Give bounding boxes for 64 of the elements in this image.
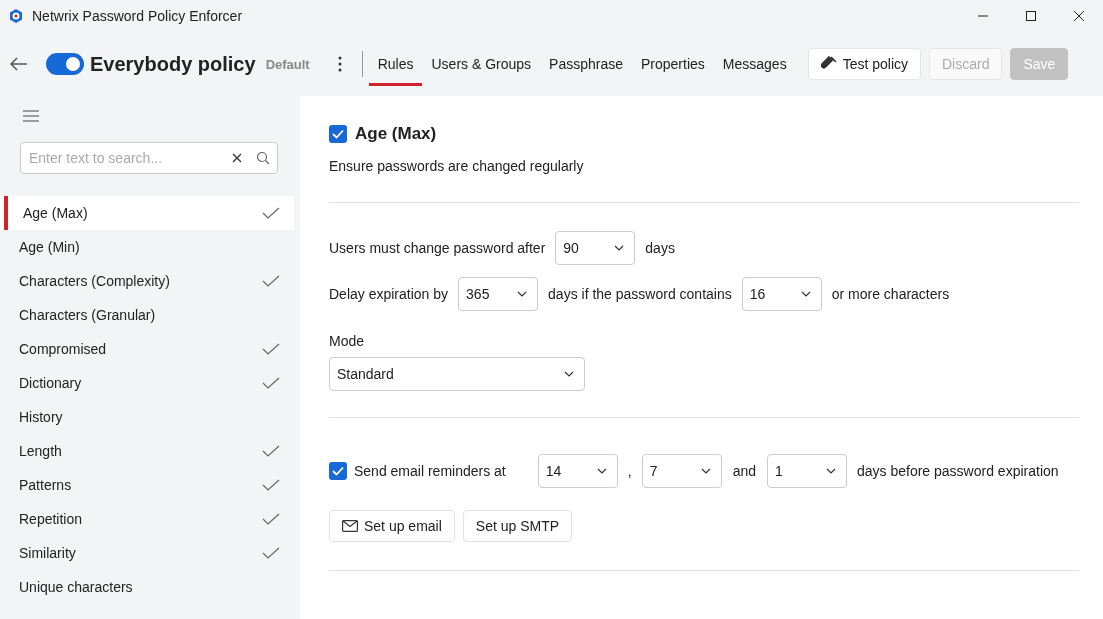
sidebar-item[interactable]: Similarity <box>0 536 294 570</box>
rule-description: Ensure passwords are changed regularly <box>329 158 585 174</box>
set-up-smtp-button[interactable]: Set up SMTP <box>462 510 573 542</box>
back-arrow-icon[interactable] <box>10 57 28 71</box>
and-label: and <box>732 463 756 479</box>
rule-title: Age (Max) <box>355 124 437 144</box>
separator-label: , <box>627 463 632 479</box>
tab[interactable]: Rules <box>368 45 423 86</box>
sidebar-item[interactable]: Age (Min) <box>0 230 294 264</box>
mode-label: Mode <box>329 333 366 349</box>
policy-toggle[interactable] <box>46 53 84 75</box>
field-label: Delay expiration by <box>329 286 449 302</box>
search-icon[interactable] <box>256 151 270 165</box>
field-label: Users must change password after <box>329 240 546 256</box>
sidebar-item[interactable]: Repetition <box>0 502 294 536</box>
maximize-icon[interactable] <box>1025 10 1037 22</box>
set-up-email-button[interactable]: Set up email <box>329 510 455 542</box>
sidebar-item[interactable]: History <box>0 400 294 434</box>
window-title: Netwrix Password Policy Enforcer <box>32 8 243 24</box>
more-icon[interactable] <box>337 56 342 72</box>
reminder-checkbox[interactable] <box>329 462 347 480</box>
tab[interactable]: Users & Groups <box>422 45 541 86</box>
field-label: or more characters <box>831 286 950 302</box>
sidebar-item[interactable]: Dictionary <box>0 366 294 400</box>
days-dropdown[interactable]: 365 <box>458 277 539 311</box>
close-icon[interactable] <box>1073 10 1085 22</box>
sidebar-item[interactable]: Characters (Granular) <box>0 298 294 332</box>
days-dropdown[interactable]: 7 <box>641 454 722 488</box>
reminder-suffix: days before password expiration <box>857 463 1059 479</box>
length-dropdown[interactable]: 16 <box>741 277 822 311</box>
sidebar-item[interactable]: Characters (Complexity) <box>0 264 294 298</box>
days-dropdown[interactable]: 14 <box>537 454 618 488</box>
clear-icon[interactable] <box>232 153 242 163</box>
chevron-down-icon <box>564 371 574 377</box>
field-label: days if the password contains <box>548 286 732 302</box>
sidebar-item[interactable]: Patterns <box>0 468 294 502</box>
chevron-down-icon <box>517 291 528 297</box>
tab[interactable]: Passphrase <box>540 45 632 86</box>
envelope-icon <box>342 520 358 532</box>
chevron-down-icon <box>826 468 836 474</box>
check-icon <box>332 466 344 476</box>
chevron-down-icon <box>700 468 711 474</box>
test-policy-button[interactable]: Test policy <box>807 48 921 80</box>
check-icon <box>332 129 344 139</box>
test-tube-icon <box>820 56 837 72</box>
policy-name: Everybody policy <box>90 52 256 76</box>
sidebar-item[interactable]: Age (Max) <box>0 196 294 230</box>
app-logo-icon <box>8 8 24 24</box>
tab[interactable]: Properties <box>632 45 714 86</box>
chevron-down-icon <box>614 245 625 251</box>
tab[interactable]: Messages <box>713 45 796 86</box>
sidebar-item[interactable]: Unique characters <box>0 570 294 604</box>
days-dropdown[interactable]: 90 <box>555 231 636 265</box>
default-label: Default <box>265 56 310 72</box>
mode-dropdown[interactable]: Standard <box>329 357 585 391</box>
chevron-down-icon <box>800 291 811 297</box>
sidebar-item[interactable]: Length <box>0 434 294 468</box>
rule-checkbox[interactable] <box>329 125 347 143</box>
chevron-down-icon <box>596 468 607 474</box>
sidebar-item[interactable]: Compromised <box>0 332 294 366</box>
days-dropdown[interactable]: 1 <box>767 454 847 488</box>
search-field[interactable]: Enter text to search... <box>20 142 278 174</box>
reminder-label: Send email reminders at <box>354 463 506 479</box>
unit-label: days <box>645 240 675 256</box>
